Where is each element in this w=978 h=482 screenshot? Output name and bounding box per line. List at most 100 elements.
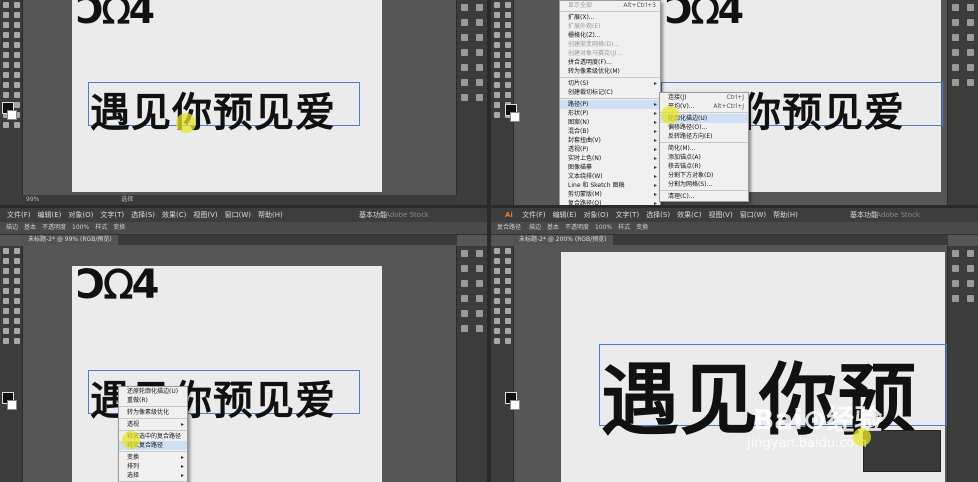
control-bar-item[interactable]: 描边 [529, 224, 541, 231]
path-submenu-item[interactable]: 清理(C)... [660, 192, 748, 201]
control-bar-item[interactable]: 基本 [24, 224, 36, 231]
object-menu-item[interactable]: 图像描摹 ▸ [560, 163, 660, 172]
object-menu-item-label: 栅格化(Z)... [568, 32, 601, 39]
context-menu-item[interactable]: 转为像素级优化 [119, 408, 187, 417]
document-tab[interactable]: 未标题-2* @ 200% (RGB/预览) [513, 235, 613, 245]
path-submenu-item-label: 移去锚点(R) [668, 163, 701, 170]
object-menu-item-label: 扩展外观(E) [568, 23, 601, 30]
menu-bar-item[interactable]: 文件(F) [7, 211, 31, 219]
stroke-color-swatch[interactable] [7, 400, 17, 410]
control-bar: 复合路径 描边 基本 不透明度 100% 样式 变换 [491, 222, 978, 235]
menu-bar-item[interactable]: 对象(O) [583, 211, 608, 219]
control-bar-item[interactable]: 样式 [95, 224, 107, 231]
context-menu-item[interactable]: 变换 ▸ [119, 453, 187, 462]
context-menu-item[interactable]: 选择 ▸ [119, 471, 187, 480]
path-submenu-item[interactable]: 反转路径方向(E) [660, 132, 748, 141]
context-menu-item[interactable]: 还原轮廓化描边(U) [119, 387, 187, 396]
submenu-arrow-icon: ▸ [653, 173, 657, 180]
toolbar [491, 0, 514, 205]
object-menu-item[interactable]: 扩展外观(E) [560, 22, 660, 31]
object-menu-item[interactable]: 显示全部 Alt+Ctrl+3 [560, 1, 660, 10]
object-menu-item[interactable]: 路径(P) ▸ [560, 100, 660, 109]
stock-search-input[interactable]: Adobe Stock [876, 208, 920, 222]
divider-vertical [487, 0, 491, 482]
object-menu-item[interactable]: 图案(N) ▸ [560, 118, 660, 127]
menu-bar-item[interactable]: 文字(T) [100, 211, 124, 219]
context-menu-item[interactable]: 透视 ▸ [119, 420, 187, 429]
menu-bar-item[interactable]: 选择(S) [131, 211, 155, 219]
stroke-color-swatch[interactable] [510, 400, 520, 410]
panel-dock [947, 246, 978, 482]
cursor-highlight [853, 428, 871, 446]
object-menu-item[interactable]: Line 和 Sketch 图稿 ▸ [560, 181, 660, 190]
menu-bar-item[interactable]: 效果(C) [162, 211, 186, 219]
control-bar-item[interactable]: 样式 [618, 224, 630, 231]
menu-bar-item[interactable]: 窗口(W) [740, 211, 766, 219]
control-bar-item[interactable]: 不透明度 [42, 224, 66, 231]
stroke-color-swatch[interactable] [7, 110, 17, 120]
context-menu-item[interactable]: 排列 ▸ [119, 462, 187, 471]
object-menu-item[interactable]: 混合(B) ▸ [560, 127, 660, 136]
object-menu-item[interactable]: 创建对象马赛克(J)... [560, 49, 660, 58]
logo-artwork: ꓛᘯ4 [76, 0, 155, 32]
object-menu-item[interactable]: 转为像素级优化(M) [560, 67, 660, 76]
menu-bar-item[interactable]: 文字(T) [615, 211, 639, 219]
submenu-arrow-icon: ▸ [180, 421, 184, 428]
object-menu-item[interactable]: 创建渐变网格(D)... [560, 40, 660, 49]
menu-bar: Ai 文件(F) 编辑(E) 对象(O) 文字(T) 选择(S) 效果(C) 视图(V) 窗口… [491, 208, 978, 222]
document-tabs: 未标题-2* @ 200% (RGB/预览) [513, 235, 948, 245]
path-submenu-item[interactable]: 简化(M)... [660, 144, 748, 153]
object-menu-item[interactable]: 拼合透明度(F)... [560, 58, 660, 67]
object-menu-item[interactable]: 创建裁切标记(C) [560, 88, 660, 97]
control-bar-item[interactable]: 变换 [113, 224, 125, 231]
menu-bar-item[interactable]: 效果(C) [677, 211, 701, 219]
control-bar-item[interactable]: 100% [595, 224, 612, 231]
submenu-arrow-icon: ▸ [653, 128, 657, 135]
path-submenu-item[interactable]: 连接(J) Ctrl+J [660, 93, 748, 102]
object-menu-item[interactable]: 扩展(X)... [560, 13, 660, 22]
zoom-level[interactable]: 99% [26, 196, 39, 203]
menu-bar-item[interactable]: 帮助(H) [773, 211, 798, 219]
menu-bar-item[interactable]: 选择(S) [646, 211, 670, 219]
menu-bar-item[interactable]: 编辑(E) [38, 211, 62, 219]
menu-bar-item[interactable]: 窗口(W) [225, 211, 251, 219]
control-bar-item[interactable]: 基本 [547, 224, 559, 231]
quadrant-top-left: ꓛᘯ4 遇见你预见爱 99% 选择 [0, 0, 487, 205]
menu-bar-item[interactable]: 编辑(E) [553, 211, 577, 219]
stock-search-input[interactable]: Adobe Stock [385, 208, 429, 222]
menu-bar-item[interactable]: 视图(V) [708, 211, 732, 219]
menu-bar-item[interactable]: 对象(O) [68, 211, 93, 219]
panel-dock [456, 0, 487, 205]
path-submenu-item[interactable]: 移去锚点(R) [660, 162, 748, 171]
menu-bar-item[interactable]: 视图(V) [193, 211, 217, 219]
context-menu-item[interactable]: 重做(R) [119, 396, 187, 405]
object-menu-item[interactable]: 剪切蒙版(M) ▸ [560, 190, 660, 199]
object-menu-item[interactable]: 透视(P) ▸ [560, 145, 660, 154]
menu-separator [119, 406, 187, 407]
object-menu-item-label: 创建渐变网格(D)... [568, 41, 620, 48]
control-bar-item[interactable]: 100% [72, 224, 89, 231]
control-bar-item[interactable]: 变换 [636, 224, 648, 231]
document-tab[interactable]: 未标题-2* @ 99% (RGB/预览) [22, 235, 118, 245]
path-submenu-item[interactable]: 添加锚点(A) [660, 153, 748, 162]
path-submenu-item[interactable]: 偏移路径(O)... [660, 123, 748, 132]
stroke-color-swatch[interactable] [510, 112, 520, 122]
object-menu-item[interactable]: 封套扭曲(V) ▸ [560, 136, 660, 145]
app-logo: Ai [505, 211, 513, 219]
path-submenu-item[interactable]: 分割下方对象(D) [660, 171, 748, 180]
workspace-switcher[interactable]: 基本功能 [850, 208, 878, 222]
path-submenu-item[interactable]: 分割为网格(S)... [660, 180, 748, 189]
submenu-arrow-icon: ▸ [653, 137, 657, 144]
workspace-switcher[interactable]: 基本功能 [359, 208, 387, 222]
object-menu-item[interactable]: 切片(S) ▸ [560, 79, 660, 88]
control-bar-item[interactable]: 不透明度 [565, 224, 589, 231]
object-menu-item[interactable]: 实时上色(N) ▸ [560, 154, 660, 163]
object-menu-item[interactable]: 栅格化(Z)... [560, 31, 660, 40]
control-bar-item[interactable]: 描边 [6, 224, 18, 231]
menu-bar-item[interactable]: 帮助(H) [258, 211, 283, 219]
status-text: 选择 [121, 196, 134, 203]
menu-bar-item[interactable]: 文件(F) [522, 211, 546, 219]
object-menu-item[interactable]: 形状(P) ▸ [560, 109, 660, 118]
status-bar: 99% 选择 [22, 195, 457, 205]
object-menu-item[interactable]: 文本绕排(W) ▸ [560, 172, 660, 181]
